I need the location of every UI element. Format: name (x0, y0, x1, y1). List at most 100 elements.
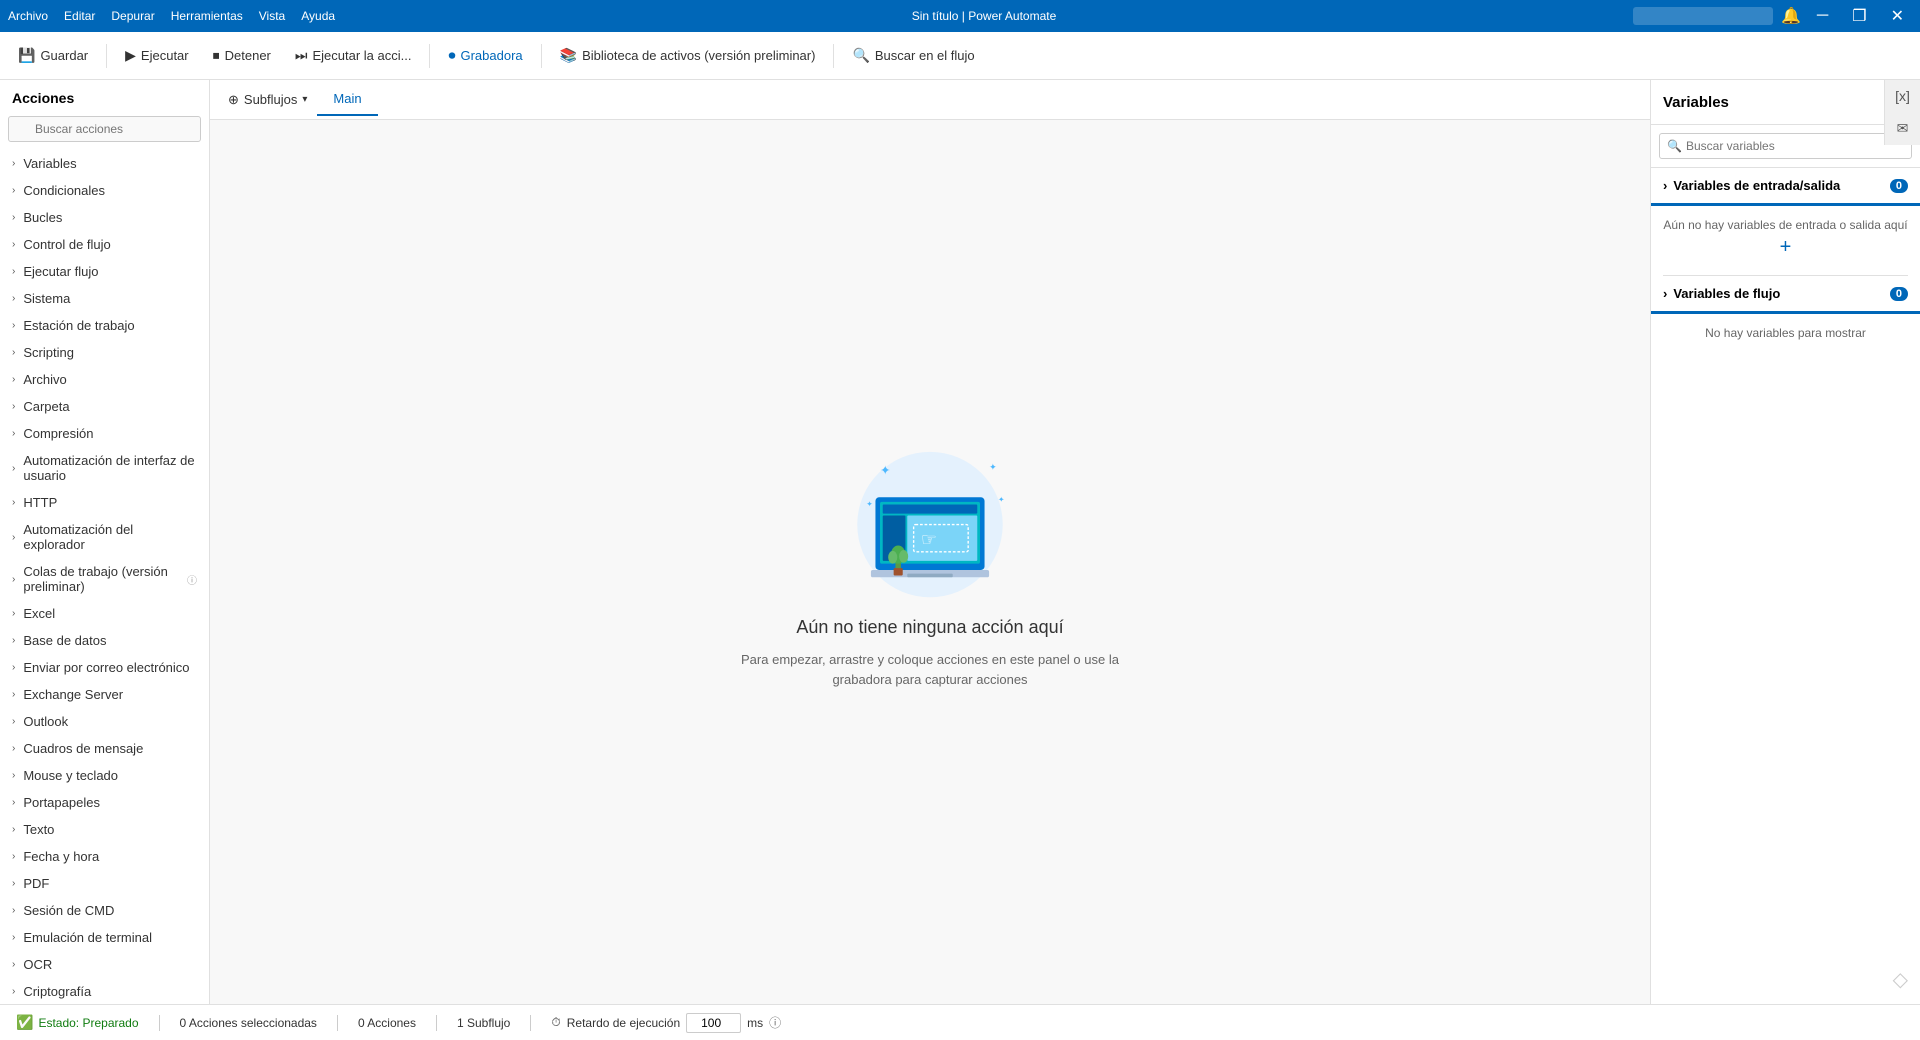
search-actions-input[interactable] (8, 116, 201, 142)
close-button[interactable]: ✕ (1883, 2, 1912, 30)
action-item-criptografia[interactable]: › Criptografía (0, 978, 209, 1004)
menu-depurar[interactable]: Depurar (111, 9, 154, 23)
chevron-icon: › (12, 824, 15, 835)
status-divider-3 (436, 1015, 437, 1031)
input-output-section: › Variables de entrada/salida 0 Aún no h… (1651, 168, 1920, 275)
action-item-excel[interactable]: › Excel (0, 600, 209, 627)
action-item-bucles[interactable]: › Bucles (0, 204, 209, 231)
subflows-icon: ⊕ (228, 92, 239, 108)
action-item-colas-trabajo[interactable]: › Colas de trabajo (versión preliminar) … (0, 558, 209, 600)
chevron-icon: › (12, 185, 15, 196)
var-search-container: 🔍 (1659, 133, 1912, 159)
menu-ayuda[interactable]: Ayuda (301, 9, 335, 23)
right-icon-strip: [x] ✉ (1884, 80, 1920, 145)
action-item-ocr[interactable]: › OCR (0, 951, 209, 978)
search-variables-input[interactable] (1659, 133, 1912, 159)
status-divider-1 (159, 1015, 160, 1031)
save-icon: 💾 (18, 47, 35, 64)
action-item-base-datos[interactable]: › Base de datos (0, 627, 209, 654)
action-item-condicionales[interactable]: › Condicionales (0, 177, 209, 204)
action-item-exchange[interactable]: › Exchange Server (0, 681, 209, 708)
window-controls: 🔔 ─ ❐ ✕ (1633, 2, 1912, 30)
menu-herramientas[interactable]: Herramientas (171, 9, 243, 23)
recorder-button[interactable]: ⏺ Grabadora (438, 41, 532, 70)
svg-text:✦: ✦ (866, 499, 872, 508)
variables-panel: Variables ✕ 🔍 › Variables de entrada/sal… (1650, 80, 1920, 1004)
action-item-mouse-teclado[interactable]: › Mouse y teclado (0, 762, 209, 789)
notifications-icon[interactable]: 🔔 (1781, 6, 1801, 26)
actions-title: Acciones (0, 80, 209, 112)
add-variable-button[interactable]: + (1663, 236, 1908, 259)
run-action-button[interactable]: ⏭ Ejecutar la acci... (285, 41, 422, 70)
flow-variables-header[interactable]: › Variables de flujo 0 (1651, 276, 1920, 311)
action-item-outlook[interactable]: › Outlook (0, 708, 209, 735)
action-item-pdf[interactable]: › PDF (0, 870, 209, 897)
flow-var-count-badge: 0 (1890, 287, 1908, 301)
chevron-icon: › (12, 293, 15, 304)
icon-strip-btn-1[interactable]: [x] (1895, 88, 1910, 104)
subflows-button[interactable]: ⊕ Subflujos ▾ (218, 86, 317, 114)
action-item-correo[interactable]: › Enviar por correo electrónico (0, 654, 209, 681)
main-layout: Acciones 🔍 › Variables › Condicionales ›… (0, 80, 1920, 1004)
save-button[interactable]: 💾 Guardar (8, 41, 98, 70)
exec-delay-input[interactable] (686, 1013, 741, 1033)
chevron-icon: › (12, 532, 15, 543)
chevron-icon: › (12, 932, 15, 943)
action-item-fecha-hora[interactable]: › Fecha y hora (0, 843, 209, 870)
variables-header: Variables ✕ (1651, 80, 1920, 125)
chevron-icon: › (12, 878, 15, 889)
action-item-control-flujo[interactable]: › Control de flujo (0, 231, 209, 258)
chevron-icon: › (12, 347, 15, 358)
action-item-terminal[interactable]: › Emulación de terminal (0, 924, 209, 951)
stop-icon: ⏹ (213, 47, 220, 64)
sub-tabs-bar: ⊕ Subflujos ▾ Main (210, 80, 1650, 120)
minimize-button[interactable]: ─ (1809, 3, 1836, 29)
status-divider-4 (530, 1015, 531, 1031)
icon-strip-btn-2[interactable]: ✉ (1897, 120, 1909, 137)
chevron-icon: › (12, 797, 15, 808)
action-item-cmd[interactable]: › Sesión de CMD (0, 897, 209, 924)
action-item-variables[interactable]: › Variables (0, 150, 209, 177)
action-item-archivo[interactable]: › Archivo (0, 366, 209, 393)
action-item-estacion[interactable]: › Estación de trabajo (0, 312, 209, 339)
run-button[interactable]: ▶ Ejecutar (115, 41, 198, 70)
status-bar: ✅ Estado: Preparado 0 Acciones seleccion… (0, 1004, 1920, 1040)
input-output-count-badge: 0 (1890, 179, 1908, 193)
action-item-texto[interactable]: › Texto (0, 816, 209, 843)
asset-library-button[interactable]: 📚 Biblioteca de activos (versión prelimi… (550, 41, 826, 70)
action-item-sistema[interactable]: › Sistema (0, 285, 209, 312)
center-area: ⊕ Subflujos ▾ Main ✦ ✦ ✦ ✦ (210, 80, 1650, 1004)
action-item-portapapeles[interactable]: › Portapapeles (0, 789, 209, 816)
exec-delay-info-icon[interactable]: ⓘ (769, 1014, 781, 1031)
tab-main[interactable]: Main (317, 83, 377, 116)
chevron-icon: › (12, 959, 15, 970)
svg-text:☞: ☞ (921, 529, 937, 549)
action-item-ejecutar-flujo[interactable]: › Ejecutar flujo (0, 258, 209, 285)
variables-title: Variables (1663, 94, 1729, 111)
chevron-icon: › (12, 266, 15, 277)
chevron-icon: › (12, 608, 15, 619)
action-item-cuadros-mensaje[interactable]: › Cuadros de mensaje (0, 735, 209, 762)
titlebar-search-input[interactable] (1633, 7, 1773, 25)
menu-archivo[interactable]: Archivo (8, 9, 48, 23)
action-item-compresion[interactable]: › Compresión (0, 420, 209, 447)
stop-button[interactable]: ⏹ Detener (203, 41, 281, 70)
action-item-automatizacion-explorador[interactable]: › Automatización del explorador (0, 516, 209, 558)
action-item-http[interactable]: › HTTP (0, 489, 209, 516)
chevron-icon: › (12, 158, 15, 169)
menu-editar[interactable]: Editar (64, 9, 95, 23)
toolbar: 💾 Guardar ▶ Ejecutar ⏹ Detener ⏭ Ejecuta… (0, 32, 1920, 80)
menu-vista[interactable]: Vista (259, 9, 285, 23)
action-item-scripting[interactable]: › Scripting (0, 339, 209, 366)
variables-search-wrapper: 🔍 (1651, 125, 1920, 168)
run-icon: ▶ (125, 47, 136, 64)
chevron-icon: › (12, 770, 15, 781)
chevron-icon: › (12, 662, 15, 673)
search-flow-button[interactable]: 🔍 Buscar en el flujo (842, 41, 984, 70)
restore-button[interactable]: ❐ (1844, 2, 1874, 30)
action-item-automatizacion-ui[interactable]: › Automatización de interfaz de usuario (0, 447, 209, 489)
input-output-header[interactable]: › Variables de entrada/salida 0 (1651, 168, 1920, 203)
action-item-carpeta[interactable]: › Carpeta (0, 393, 209, 420)
chevron-icon: › (12, 497, 15, 508)
chevron-icon: › (12, 574, 15, 585)
